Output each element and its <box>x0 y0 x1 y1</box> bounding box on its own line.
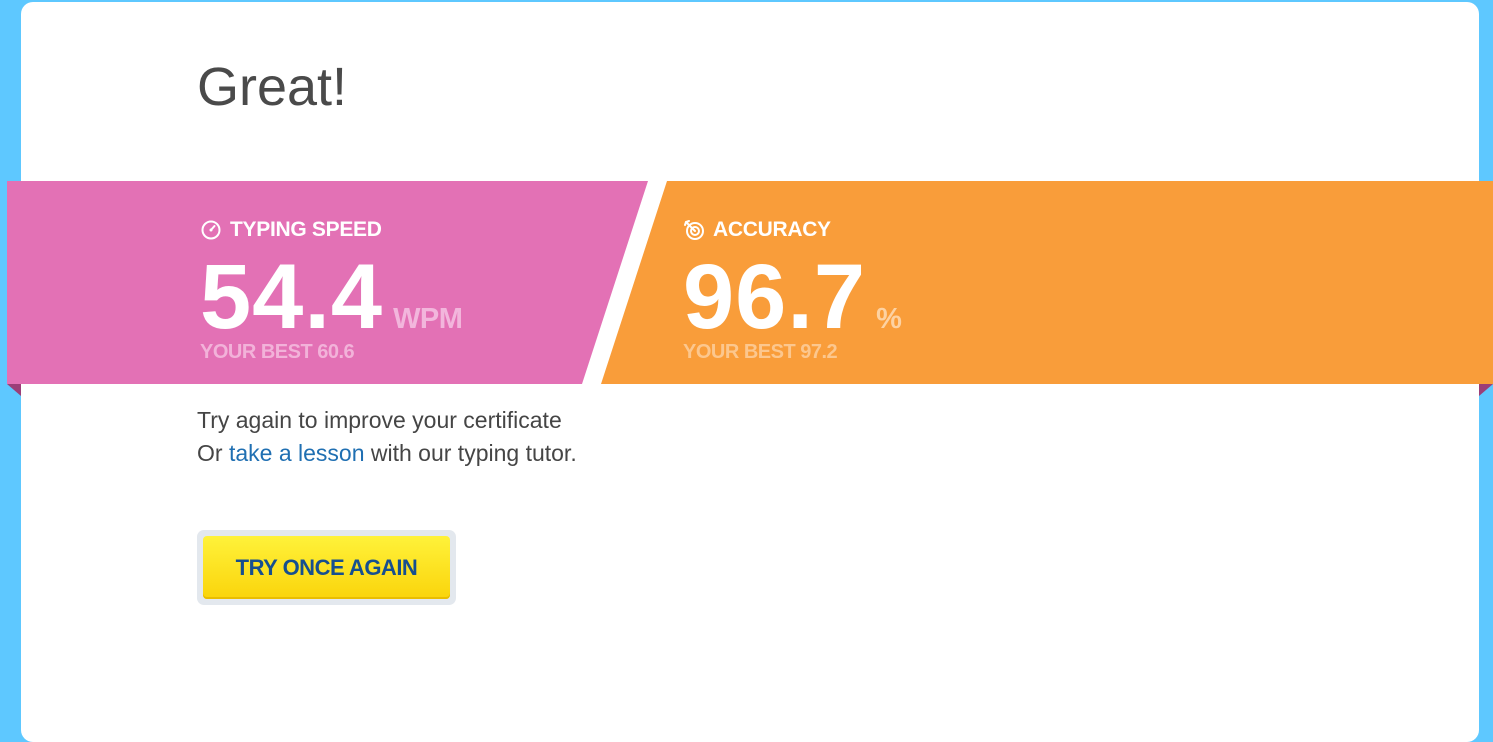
stats-ribbon: TYPING SPEED 54.4 WPM YOUR BEST 60.6 ACC… <box>7 181 1493 384</box>
typing-speed-label: TYPING SPEED <box>230 218 382 241</box>
accuracy-value-row: 96.7 % <box>683 246 902 348</box>
typing-speed-value: 54.4 <box>200 246 384 348</box>
accuracy-best: YOUR BEST 97.2 <box>683 341 838 363</box>
improvement-message: Try again to improve your certificate Or… <box>197 404 577 470</box>
try-once-again-button[interactable]: TRY ONCE AGAIN <box>203 536 450 599</box>
speedometer-icon <box>201 220 221 240</box>
typing-speed-label-row: TYPING SPEED <box>200 218 382 242</box>
message-line-2-prefix: Or <box>197 440 229 466</box>
ribbon-fold-left <box>7 384 21 396</box>
message-line-1: Try again to improve your certificate <box>197 407 562 433</box>
accuracy-unit: % <box>876 303 902 335</box>
accuracy-label-row: ACCURACY <box>683 218 831 242</box>
result-heading: Great! <box>197 57 348 117</box>
accuracy-value: 96.7 <box>683 246 867 348</box>
typing-speed-value-row: 54.4 WPM <box>200 246 463 348</box>
take-a-lesson-link[interactable]: take a lesson <box>229 440 365 466</box>
typing-speed-best: YOUR BEST 60.6 <box>200 341 355 363</box>
target-icon <box>684 220 704 240</box>
message-line-2: Or take a lesson with our typing tutor. <box>197 437 577 470</box>
ribbon-fold-right <box>1479 384 1493 396</box>
try-again-button-frame: TRY ONCE AGAIN <box>197 530 456 605</box>
message-line-2-suffix: with our typing tutor. <box>364 440 577 466</box>
typing-speed-unit: WPM <box>393 303 463 335</box>
accuracy-label: ACCURACY <box>713 218 831 241</box>
